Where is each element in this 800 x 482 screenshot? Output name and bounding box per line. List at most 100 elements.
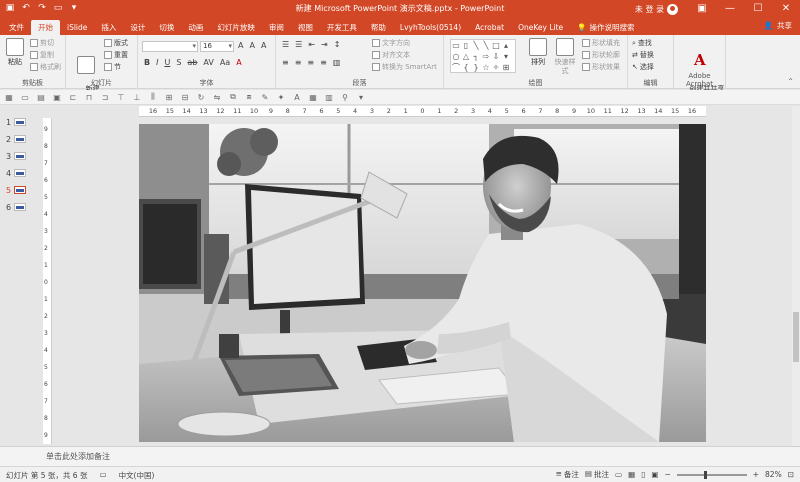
tool-front-icon[interactable]: ⧉ xyxy=(228,92,238,102)
tab-file[interactable]: 文件 xyxy=(2,20,31,35)
shape-fill-button[interactable]: 形状填充 xyxy=(582,38,620,48)
zoom-level[interactable]: 82% xyxy=(765,470,782,479)
quick-styles-button[interactable]: 快速样式 xyxy=(552,38,578,76)
tab-animations[interactable]: 动画 xyxy=(181,20,210,35)
tool-group-icon[interactable]: ⊞ xyxy=(164,93,174,102)
section-button[interactable]: 节 xyxy=(104,62,121,72)
collapse-ribbon-icon[interactable]: ⌃ xyxy=(787,77,794,86)
tool-distribute-icon[interactable]: ⫼ xyxy=(148,92,158,102)
underline-icon[interactable]: U xyxy=(164,58,170,67)
tool-align-center-icon[interactable]: ⊓ xyxy=(84,93,94,102)
slide-thumb[interactable]: 2 xyxy=(6,133,27,145)
shape-more-up-icon[interactable]: ▴ xyxy=(501,40,511,51)
shape-triangle-icon[interactable]: △ xyxy=(461,51,471,62)
shapes-gallery[interactable]: ▭ ▯ ╲ ╲ □ ▴ ○ △ ┐ ⇨ ⇩ ▾ ⌒{} ☆ ✧ ⊞ xyxy=(450,39,516,73)
reading-view-icon[interactable]: ▯ xyxy=(641,470,645,479)
scrollbar-thumb[interactable] xyxy=(793,312,799,362)
account-button[interactable]: 未 登 录 xyxy=(635,3,678,15)
tab-help[interactable]: 帮助 xyxy=(364,20,393,35)
tab-design[interactable]: 设计 xyxy=(123,20,152,35)
shape-outline-button[interactable]: 形状轮廓 xyxy=(582,50,620,60)
find-button[interactable]: ⌕ 查找 xyxy=(632,38,652,48)
slide-thumb-active[interactable]: 5 xyxy=(6,184,27,196)
shape-elbow-icon[interactable]: ┐ xyxy=(471,51,481,62)
align-right-icon[interactable]: ≡ xyxy=(307,58,314,67)
tool-grid-icon[interactable]: ▦ xyxy=(4,93,14,102)
tool-text-icon[interactable]: A xyxy=(292,93,302,102)
maximize-icon[interactable]: ☐ xyxy=(744,0,772,18)
tool-ungroup-icon[interactable]: ⊟ xyxy=(180,93,190,102)
shape-oval-icon[interactable]: ○ xyxy=(451,51,461,62)
tool-align-left-icon[interactable]: ⊏ xyxy=(68,93,78,102)
italic-icon[interactable]: I xyxy=(156,58,158,67)
tool-align-right-icon[interactable]: ⊐ xyxy=(100,93,110,102)
tool-table-icon[interactable]: ▦ xyxy=(308,93,318,102)
language-indicator[interactable]: 中文(中国) xyxy=(119,470,155,481)
shape-effects-button[interactable]: 形状效果 xyxy=(582,62,620,72)
copy-button[interactable]: 复制 xyxy=(30,50,54,60)
shape-textbox-icon[interactable]: ▭ xyxy=(451,40,461,51)
bullets-icon[interactable]: ☰ xyxy=(282,40,289,49)
change-case-icon[interactable]: Aa xyxy=(220,58,230,67)
zoom-out-icon[interactable]: − xyxy=(664,470,670,479)
font-color-icon[interactable]: A xyxy=(236,58,241,67)
increase-indent-icon[interactable]: ⇥ xyxy=(321,40,328,49)
tool-more-icon[interactable]: ▾ xyxy=(356,93,366,102)
shape-star2-icon[interactable]: ✧ xyxy=(491,62,501,73)
tool-star-icon[interactable]: ✦ xyxy=(276,93,286,102)
tool-chart-icon[interactable]: ▥ xyxy=(324,93,334,102)
tab-view[interactable]: 视图 xyxy=(291,20,320,35)
zoom-slider[interactable] xyxy=(676,470,747,479)
tab-review[interactable]: 审阅 xyxy=(262,20,291,35)
slide-thumb[interactable]: 6 xyxy=(6,201,27,213)
align-left-icon[interactable]: ≡ xyxy=(282,58,289,67)
slide-thumb[interactable]: 3 xyxy=(6,150,27,162)
fit-slide-icon[interactable]: ⊡ xyxy=(788,470,794,479)
zoom-slider-knob[interactable] xyxy=(703,470,707,479)
clear-format-icon[interactable]: A xyxy=(261,41,266,50)
shadow-icon[interactable]: S xyxy=(176,58,181,67)
shape-curve-icon[interactable]: ⌒ xyxy=(451,62,461,73)
paste-button[interactable]: 粘贴 xyxy=(4,38,26,67)
decrease-indent-icon[interactable]: ⇤ xyxy=(308,40,315,49)
notes-toggle[interactable]: ≡ 备注 xyxy=(556,469,579,480)
grow-font-icon[interactable]: A xyxy=(238,41,243,50)
tool-color-icon[interactable]: ▤ xyxy=(36,93,46,102)
tab-developer[interactable]: 开发工具 xyxy=(320,20,364,35)
layout-button[interactable]: 版式 xyxy=(104,38,128,48)
ribbon-display-options-icon[interactable]: ▣ xyxy=(688,0,716,18)
smartart-button[interactable]: 转换为 SmartArt xyxy=(372,62,437,72)
shape-brace2-icon[interactable]: } xyxy=(471,62,481,73)
shape-expand-icon[interactable]: ⊞ xyxy=(501,62,511,73)
numbering-icon[interactable]: ☰ xyxy=(295,40,302,49)
columns-icon[interactable]: ▥ xyxy=(333,58,341,67)
shape-arrow2-icon[interactable]: ⇩ xyxy=(491,51,501,62)
minimize-icon[interactable]: — xyxy=(716,0,744,18)
reset-button[interactable]: 重置 xyxy=(104,50,128,60)
tool-pen-icon[interactable]: ✎ xyxy=(260,93,270,102)
shape-rect-icon[interactable]: □ xyxy=(491,40,501,51)
char-spacing-icon[interactable]: AV xyxy=(203,58,213,67)
tool-rotate-icon[interactable]: ↻ xyxy=(196,93,206,102)
tab-transitions[interactable]: 切换 xyxy=(152,20,181,35)
text-direction-button[interactable]: 文字方向 xyxy=(372,38,410,48)
tool-align-top-icon[interactable]: ⊤ xyxy=(116,93,126,102)
replace-button[interactable]: ⇄ 替换 xyxy=(632,50,654,60)
comments-toggle[interactable]: ▤ 批注 xyxy=(585,469,609,480)
tool-back-icon[interactable]: ⧈ xyxy=(244,92,254,102)
slideshow-view-icon[interactable]: ▣ xyxy=(651,470,658,479)
tab-lvyhtools[interactable]: LvyhTools(0514) xyxy=(393,20,468,35)
tab-onekey[interactable]: OneKey Lite xyxy=(511,20,570,35)
share-button[interactable]: 👤 共享 xyxy=(764,20,792,31)
strikethrough-icon[interactable]: ab xyxy=(187,58,197,67)
slide-thumb[interactable]: 4 xyxy=(6,167,27,179)
shape-line-icon[interactable]: ╲ xyxy=(471,40,481,51)
tab-insert[interactable]: 插入 xyxy=(94,20,123,35)
cut-button[interactable]: 剪切 xyxy=(30,38,54,48)
shape-star-icon[interactable]: ☆ xyxy=(481,62,491,73)
shape-more-down-icon[interactable]: ▾ xyxy=(501,51,511,62)
normal-view-icon[interactable]: ▭ xyxy=(615,470,622,479)
line-spacing-icon[interactable]: ↕ xyxy=(334,40,341,49)
tool-link-icon[interactable]: ⚲ xyxy=(340,93,350,102)
format-painter-button[interactable]: 格式刷 xyxy=(30,62,61,72)
